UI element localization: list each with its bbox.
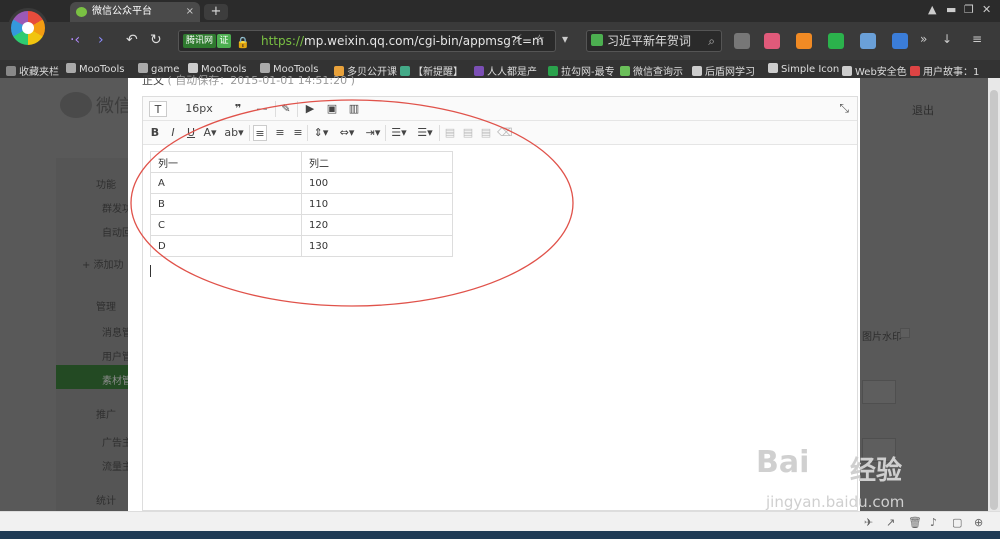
ext-orange-icon[interactable]	[796, 33, 812, 49]
site-logo-text: 微信	[96, 96, 132, 117]
tab-weixin[interactable]: 微信公众平台 ×	[70, 2, 200, 22]
autosave-status: ( 自动保存：2015-01-01 14:51:20 )	[167, 74, 355, 87]
address-bar[interactable]: 腾讯网 证 🔒 https://mp.weixin.qq.com/cgi-bin…	[178, 30, 556, 52]
ext-image-icon[interactable]	[860, 33, 876, 49]
annotation-ellipse	[130, 99, 574, 307]
ext-green-icon[interactable]	[828, 33, 844, 49]
url-scheme: https://	[261, 34, 305, 48]
bookmark-item[interactable]: 用户故事：1	[910, 63, 979, 78]
wrench-icon	[66, 63, 76, 73]
download-icon[interactable]: ↓	[942, 32, 952, 46]
lightning-icon[interactable]: ⚡	[514, 32, 522, 46]
wechat-icon	[76, 7, 87, 17]
ext-pink-icon[interactable]	[764, 33, 780, 49]
sidebar-section-promo: 推广	[96, 410, 116, 421]
bookmark-item[interactable]: 【新提醒】	[400, 63, 463, 78]
page-icon	[910, 66, 920, 76]
zoom-icon[interactable]: ⊕	[974, 516, 983, 529]
editor-title: 正文	[142, 74, 164, 87]
site-tag: 腾讯网	[183, 34, 217, 48]
forward-icon[interactable]: ›	[98, 32, 104, 48]
logout-link[interactable]: 退出	[912, 102, 934, 118]
add-plugin-link[interactable]: + 添加功	[82, 256, 124, 271]
menu-icon[interactable]: ≡	[972, 32, 982, 46]
side-field	[862, 380, 896, 404]
url-text: mp.weixin.qq.com/cgi-bin/appmsg?t=m	[304, 34, 547, 48]
baidu-watermark-cn: 经验	[850, 456, 903, 486]
ext-shop-icon[interactable]	[892, 33, 908, 49]
baidu-watermark: Bai	[756, 445, 810, 480]
shrink-icon[interactable]: ⤡	[839, 101, 849, 116]
bookmark-item[interactable]: 微信查询示	[620, 63, 683, 78]
search-engine-icon	[591, 34, 603, 46]
pin-icon[interactable]: ✈	[864, 516, 873, 529]
bookmark-item[interactable]: 拉勾网-最专	[548, 63, 615, 78]
tab-label: 微信公众平台	[92, 6, 152, 17]
share-icon[interactable]: ↗	[886, 516, 895, 529]
wechat-logo-icon	[60, 92, 92, 118]
bookmark-item[interactable]: MooTools	[66, 63, 125, 75]
reload-icon[interactable]: ↻	[150, 32, 162, 48]
os-taskbar	[0, 531, 1000, 539]
close-window-icon[interactable]: ✕	[982, 3, 991, 16]
star-icon[interactable]: ☆	[534, 32, 545, 46]
back-icon[interactable]: ·‹	[70, 32, 80, 48]
sidebar-section-function: 功能	[96, 180, 116, 191]
lagou-icon	[548, 66, 558, 76]
sidebar-section-stats: 统计	[96, 496, 116, 507]
shirt-icon[interactable]: ▲	[928, 3, 936, 16]
watermark-option-label: 图片水印	[862, 332, 902, 343]
browser-statusbar: ✈ ↗ 🗑 ♪ ▢ ⊕	[0, 511, 1000, 531]
more-icon[interactable]: »	[920, 32, 927, 46]
maximize-icon[interactable]: ❐	[964, 3, 974, 16]
cert-icon[interactable]: 证	[217, 34, 231, 48]
search-box[interactable]: 习近平新年贺词 ⌕	[586, 30, 722, 52]
bookmark-item[interactable]: 人人都是产	[474, 63, 537, 78]
minimize-icon[interactable]: ▬	[946, 3, 956, 16]
bookmark-item[interactable]: Web安全色	[842, 63, 907, 78]
wechat-icon	[620, 66, 630, 76]
sidebar-section-manage: 管理	[96, 302, 116, 313]
folder-icon	[6, 66, 16, 76]
search-text: 习近平新年贺词	[607, 34, 692, 48]
close-tab-icon[interactable]: ×	[186, 2, 194, 22]
bookmark-item[interactable]: 后盾网学习	[692, 63, 755, 78]
bookmark-item[interactable]: 收藏夹栏	[6, 63, 59, 78]
grid-icon[interactable]	[734, 33, 750, 49]
watermark-checkbox[interactable]	[900, 328, 910, 338]
sound-icon[interactable]: ♪	[930, 516, 937, 529]
page-icon	[768, 63, 778, 73]
search-icon[interactable]: ⌕	[708, 31, 715, 51]
browser-toolbar: ·‹ › ↶ ↻ 腾讯网 证 🔒 https://mp.weixin.qq.co…	[0, 22, 1000, 60]
forum-icon	[400, 66, 410, 76]
baidu-watermark-url: jingyan.baidu.com	[766, 493, 905, 511]
undo-icon[interactable]: ↶	[126, 32, 138, 48]
browser-logo-icon[interactable]	[8, 8, 48, 48]
m-icon	[474, 66, 484, 76]
editor-heading: 正文 ( 自动保存：2015-01-01 14:51:20 )	[142, 72, 355, 88]
page-icon	[692, 66, 702, 76]
window-icon[interactable]: ▢	[952, 516, 962, 529]
lock-icon: 🔒	[236, 36, 250, 49]
trash-icon[interactable]: 🗑	[908, 516, 922, 529]
scrollbar-thumb[interactable]	[990, 90, 998, 510]
dropdown-icon[interactable]: ▾	[562, 32, 568, 46]
browser-titlebar: 微信公众平台 × + ▲ ▬ ❐ ✕	[0, 0, 1000, 22]
page-icon	[842, 66, 852, 76]
bookmark-item[interactable]: Simple Icon	[768, 63, 839, 75]
new-tab-button[interactable]: +	[204, 4, 228, 20]
